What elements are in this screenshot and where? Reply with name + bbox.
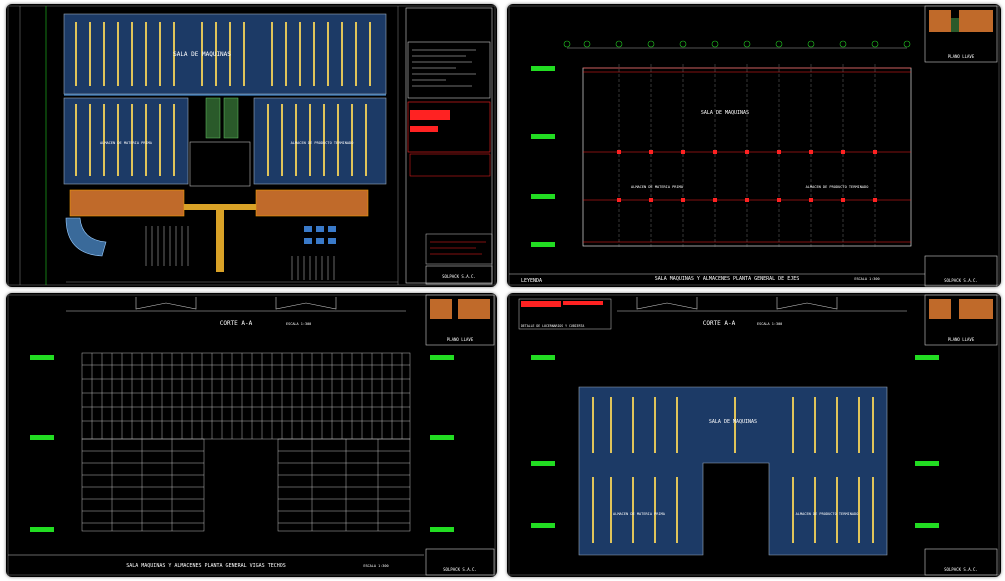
slab-left [69, 189, 185, 217]
roof-covering-plan [578, 386, 888, 556]
legend-label: LEYENDA [521, 278, 542, 284]
drawing-scale: ESCALA 1:300 [363, 564, 388, 568]
key-plan-label: PLANO LLAVE [948, 54, 975, 59]
level-tags-left [531, 66, 555, 247]
panel-roof-covering: DETALLE DE LUCERNARIOS Y CUBIERTA CORTE … [507, 293, 1001, 577]
panel-axes-plan: PLANO LLAVE LEYENDA SALA MAQUINAS Y ALMA… [507, 4, 1001, 287]
drawing-scale: ESCALA 1:300 [854, 277, 879, 281]
label-sala-maquinas: SALA DE MAQUINAS [701, 110, 749, 116]
company-name: SOLPACK S.A.C. [442, 274, 476, 279]
panel-site-plan: SALA DE MAQUINAS ALMACEN DE MATERIA PRIM… [6, 4, 497, 287]
section-scale: ESCALA 1:300 [286, 322, 311, 326]
company-name: SOLPACK S.A.C. [443, 567, 477, 572]
beam-grid-wings [81, 438, 411, 532]
axes-plan-drawing: PLANO LLAVE LEYENDA SALA MAQUINAS Y ALMA… [508, 5, 1000, 287]
axis-markers-top [563, 40, 911, 48]
label-sala-maquinas: SALA DE MAQUINAS [173, 51, 231, 58]
entrance-canopy [65, 217, 107, 257]
key-plan-label: PLANO LLAVE [447, 337, 474, 342]
label-almacen-producto-terminado: ALMACEN DE PRODUCTO TERMINADO [291, 141, 354, 145]
section-scale: ESCALA 1:300 [757, 322, 782, 326]
section-title: CORTE A-A [220, 320, 253, 327]
section-title: CORTE A-A [703, 320, 736, 327]
garden-left [205, 97, 221, 139]
company-name: SOLPACK S.A.C. [944, 278, 978, 283]
drawing-title: SALA MAQUINAS Y ALMACENES PLANTA GENERAL… [126, 563, 286, 569]
key-plan-label: PLANO LLAVE [948, 337, 975, 342]
slab-right [255, 189, 369, 217]
label-almacen-producto-terminado: ALMACEN DE PRODUCTO TERMINADO [796, 512, 859, 516]
drawing-title: SALA MAQUINAS Y ALMACENES PLANTA GENERAL… [655, 276, 800, 282]
access-road [184, 204, 256, 272]
label-almacen-materia-prima: ALMACEN DE MATERIA PRIMA [613, 512, 666, 516]
label-almacen-materia-prima: ALMACEN DE MATERIA PRIMA [100, 141, 153, 145]
section-corte-aa [66, 297, 406, 312]
label-almacen-producto-terminado: ALMACEN DE PRODUCTO TERMINADO [806, 185, 869, 189]
company-name: SOLPACK S.A.C. [944, 567, 978, 572]
roof-covering-drawing: DETALLE DE LUCERNARIOS Y CUBIERTA CORTE … [508, 294, 1000, 576]
site-plan-drawing: SALA DE MAQUINAS ALMACEN DE MATERIA PRIM… [7, 5, 496, 286]
panel-roof-beams: CORTE A-A ESCALA 1:300 PLANO LLAVE SALA … [6, 293, 497, 577]
beam-grid-top [81, 352, 411, 440]
garden-right [223, 97, 239, 139]
detail-label: DETALLE DE LUCERNARIOS Y CUBIERTA [521, 324, 584, 328]
label-sala-maquinas: SALA DE MAQUINAS [709, 419, 757, 425]
roof-beams-drawing: CORTE A-A ESCALA 1:300 PLANO LLAVE SALA … [7, 294, 496, 576]
label-almacen-materia-prima: ALMACEN DE MATERIA PRIMA [631, 185, 684, 189]
